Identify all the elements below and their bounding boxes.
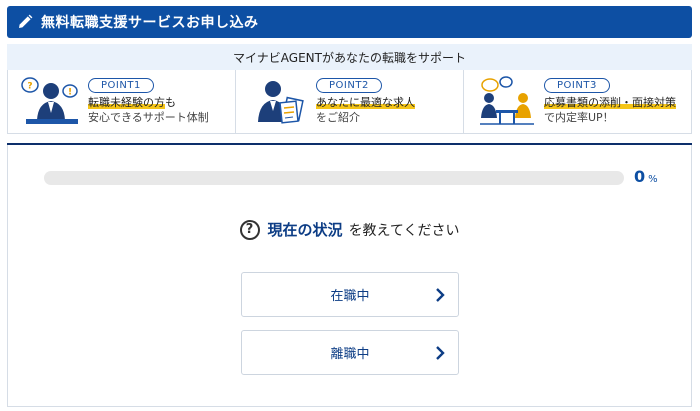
point-badge: POINT1 — [88, 78, 154, 93]
points-panel: ? ! POINT1 転職未経験の方も 安心できるサポート体制 POINT2 あ… — [7, 70, 692, 134]
point-1: ? ! POINT1 転職未経験の方も 安心できるサポート体制 — [8, 70, 235, 133]
form-area: 0% ? 現在の状況 を教えてください 在職中 離職中 — [7, 145, 692, 407]
choice-label: 在職中 — [330, 289, 370, 304]
progress-label: 0% — [634, 167, 658, 186]
point-description: をご紹介 — [316, 111, 360, 124]
form-header: 無料転職支援サービスお申し込み — [7, 6, 692, 38]
point-badge: POINT2 — [316, 78, 382, 93]
progress-bar — [44, 171, 624, 185]
choice-label: 離職中 — [330, 347, 370, 362]
pencil-icon — [17, 13, 35, 31]
support-text: マイナビAGENTがあなたの転職をサポート — [233, 50, 466, 65]
svg-text:?: ? — [27, 81, 32, 91]
svg-text:!: ! — [68, 87, 72, 97]
question-emphasis: 現在の状況 — [267, 221, 343, 239]
point-highlight: 転職未経験の方 — [88, 96, 165, 109]
interview-illustration — [480, 75, 534, 125]
question-heading: ? 現在の状況 を教えてください — [8, 219, 691, 240]
point-suffix: も — [165, 96, 176, 109]
progress-unit: % — [648, 174, 658, 185]
point-description: で内定率UP！ — [544, 111, 614, 124]
point-description: 安心できるサポート体制 — [88, 111, 209, 124]
consultant-speech-illustration: ? ! — [21, 76, 78, 124]
question-text: を教えてください — [348, 222, 460, 239]
point-3: POINT3 応募書類の添削・面接対策 で内定率UP！ — [463, 70, 691, 133]
support-banner: マイナビAGENTがあなたの転職をサポート — [7, 44, 692, 70]
question-mark-icon: ? — [239, 219, 260, 240]
form-title: 無料転職支援サービスお申し込み — [41, 15, 259, 31]
point-highlight: 応募書類の添削・面接対策 — [544, 96, 676, 109]
choice-button-employed[interactable]: 在職中 — [241, 272, 459, 317]
progress-number: 0 — [634, 167, 646, 186]
point-highlight: あなたに最適な求人 — [316, 96, 415, 109]
chevron-right-icon — [436, 346, 445, 360]
consultant-documents-illustration — [258, 80, 304, 124]
chevron-right-icon — [436, 288, 445, 302]
point-2: POINT2 あなたに最適な求人 をご紹介 — [235, 70, 463, 133]
point-badge: POINT3 — [544, 78, 610, 93]
choice-button-unemployed[interactable]: 離職中 — [241, 330, 459, 375]
